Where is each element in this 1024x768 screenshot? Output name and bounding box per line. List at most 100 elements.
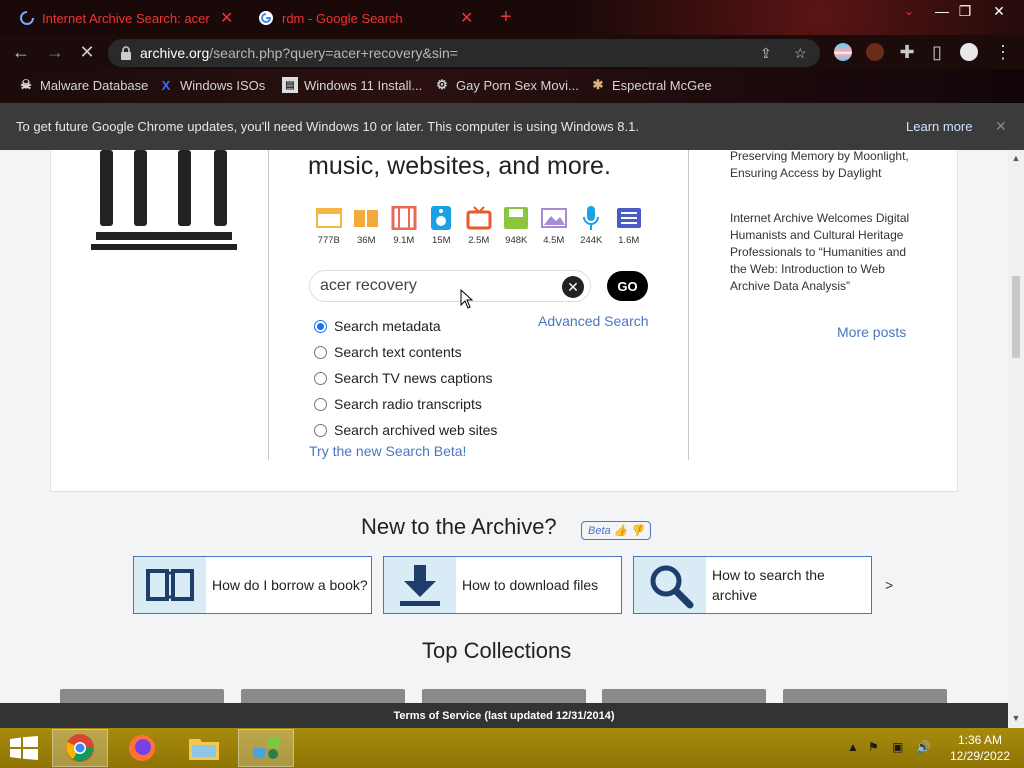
- media-images[interactable]: 4.5M: [535, 205, 573, 246]
- action-center-flag-icon[interactable]: ⚑: [868, 740, 879, 754]
- help-card-search[interactable]: How to search the archive: [633, 556, 872, 614]
- close-infobar-icon[interactable]: ✕: [995, 118, 1007, 135]
- address-bar[interactable]: archive.org/search.php?query=acer+recove…: [108, 39, 820, 67]
- media-tv[interactable]: 2.5M: [460, 205, 498, 246]
- search-option[interactable]: Search radio transcripts: [314, 391, 497, 417]
- blog-post-link[interactable]: Preserving Memory by Moonlight, Ensuring…: [730, 150, 910, 182]
- show-hidden-icons-icon[interactable]: ▲: [847, 740, 859, 754]
- bookmark-windows-11-install[interactable]: ▤ Windows 11 Install...: [282, 77, 422, 93]
- radio-button[interactable]: [314, 371, 327, 385]
- learn-more-link[interactable]: Learn more: [906, 119, 972, 134]
- beta-feedback-badge[interactable]: Beta 👍 👎: [581, 521, 652, 540]
- network-icon[interactable]: ▣: [892, 740, 903, 754]
- close-window-icon[interactable]: ✕: [982, 0, 1016, 22]
- thumbs-up-icon[interactable]: 👍: [614, 524, 628, 537]
- go-button[interactable]: GO: [607, 271, 648, 301]
- share-icon[interactable]: ⇪: [760, 45, 772, 62]
- extensions-puzzle-icon[interactable]: ✚: [896, 41, 918, 63]
- volume-icon[interactable]: 🔊: [916, 740, 931, 754]
- menu-kebab-icon[interactable]: ⋮: [992, 41, 1014, 63]
- collection-tile[interactable]: [783, 689, 947, 703]
- system-clock[interactable]: 1:36 AM 12/29/2022: [945, 732, 1015, 764]
- media-web[interactable]: 777B: [310, 205, 348, 246]
- terms-of-service-link[interactable]: Terms of Service (last updated 12/31/201…: [393, 710, 614, 722]
- media-lists[interactable]: 1.6M: [610, 205, 648, 246]
- audio-icon: [430, 205, 452, 231]
- help-card-download[interactable]: How to download files: [383, 556, 622, 614]
- radio-button[interactable]: [314, 319, 327, 333]
- scroll-up-icon[interactable]: ▲: [1011, 153, 1021, 163]
- bookmarks-bar: ☠ Malware Database X Windows ISOs ▤ Wind…: [0, 69, 1024, 103]
- tab-archive-search[interactable]: Internet Archive Search: acer ✕: [20, 4, 240, 32]
- radio-button[interactable]: [314, 423, 327, 437]
- software-icon: [503, 205, 529, 231]
- extension-avatar-icon[interactable]: [866, 43, 884, 61]
- search-option[interactable]: Search text contents: [314, 339, 497, 365]
- search-options: Search metadata Search text contents Sea…: [314, 313, 497, 443]
- new-tab-icon[interactable]: +: [500, 6, 512, 29]
- scroll-down-icon[interactable]: ▼: [1011, 713, 1021, 723]
- chrome-update-infobar: To get future Google Chrome updates, you…: [0, 103, 1024, 150]
- firefox-taskbar-icon[interactable]: [114, 729, 170, 767]
- search-option[interactable]: Search TV news captions: [314, 365, 497, 391]
- bookmark-windows-isos[interactable]: X Windows ISOs: [158, 77, 266, 93]
- side-panel-icon[interactable]: ▯: [926, 41, 948, 63]
- search-beta-link[interactable]: Try the new Search Beta!: [309, 443, 466, 459]
- tv-icon: [466, 205, 492, 231]
- radio-button[interactable]: [314, 345, 327, 359]
- search-input[interactable]: [320, 277, 550, 295]
- film-icon: [391, 205, 417, 231]
- advanced-search-link[interactable]: Advanced Search: [538, 313, 649, 329]
- page-icon: ▤: [282, 77, 298, 93]
- windows-taskbar: ▲ ⚑ ▣ 🔊 1:36 AM 12/29/2022: [0, 728, 1024, 768]
- collection-tile[interactable]: [60, 689, 224, 703]
- thumbs-down-icon[interactable]: 👎: [630, 524, 644, 537]
- media-software[interactable]: 948K: [498, 205, 536, 246]
- close-tab-icon[interactable]: ✕: [460, 8, 473, 28]
- media-texts[interactable]: 36M: [348, 205, 386, 246]
- chrome-taskbar-icon[interactable]: [52, 729, 108, 767]
- media-concerts[interactable]: 244K: [573, 205, 611, 246]
- file-explorer-taskbar-icon[interactable]: [176, 729, 232, 767]
- clear-search-icon[interactable]: ✕: [562, 276, 584, 298]
- collection-tile[interactable]: [602, 689, 766, 703]
- tab-google-search[interactable]: rdm - Google Search ✕: [258, 4, 478, 32]
- restore-icon[interactable]: ❐: [948, 0, 982, 22]
- x-icon: X: [161, 77, 171, 93]
- tab-search-chevron-icon[interactable]: ⌄: [892, 0, 926, 22]
- bookmark-malware-database[interactable]: ☠ Malware Database: [18, 77, 148, 93]
- help-card-borrow[interactable]: How do I borrow a book?: [133, 556, 372, 614]
- more-posts-link[interactable]: More posts: [837, 324, 906, 340]
- profile-avatar-icon[interactable]: [960, 43, 978, 61]
- search-box: ✕: [309, 270, 591, 302]
- forward-icon[interactable]: →: [44, 41, 66, 63]
- carousel-next-icon[interactable]: >: [885, 577, 893, 593]
- new-to-archive-title: New to the Archive?: [361, 514, 557, 539]
- windows-start-icon[interactable]: [10, 736, 38, 760]
- blog-post-link[interactable]: Internet Archive Welcomes Digital Humani…: [730, 210, 910, 295]
- collection-tile[interactable]: [422, 689, 586, 703]
- search-option[interactable]: Search archived web sites: [314, 417, 497, 443]
- terms-of-service-bar: Terms of Service (last updated 12/31/201…: [0, 703, 1008, 728]
- divider: [688, 150, 689, 460]
- collection-tile[interactable]: [241, 689, 405, 703]
- back-icon[interactable]: ←: [10, 41, 32, 63]
- bookmark-movies[interactable]: ⚙ Gay Porn Sex Movi...: [434, 77, 579, 93]
- page-scrollbar[interactable]: ▲ ▼: [1008, 150, 1024, 728]
- radio-button[interactable]: [314, 397, 327, 411]
- image-icon: [540, 205, 567, 231]
- bookmark-espectral-mcgee[interactable]: ✱ Espectral McGee: [590, 77, 712, 93]
- scrollbar-thumb[interactable]: [1012, 276, 1020, 358]
- bookmark-star-icon[interactable]: ☆: [794, 45, 807, 62]
- internet-archive-logo-icon: [91, 150, 237, 250]
- media-video[interactable]: 9.1M: [385, 205, 423, 246]
- extension-flag-icon[interactable]: [834, 43, 852, 61]
- google-g-icon: [259, 11, 273, 25]
- close-tab-icon[interactable]: ✕: [220, 8, 233, 28]
- media-audio[interactable]: 15M: [423, 205, 461, 246]
- lock-icon: [120, 46, 132, 60]
- stop-icon[interactable]: ✕: [76, 41, 98, 63]
- network-app-taskbar-icon[interactable]: [238, 729, 294, 767]
- open-book-icon: [134, 557, 206, 613]
- search-option[interactable]: Search metadata: [314, 313, 497, 339]
